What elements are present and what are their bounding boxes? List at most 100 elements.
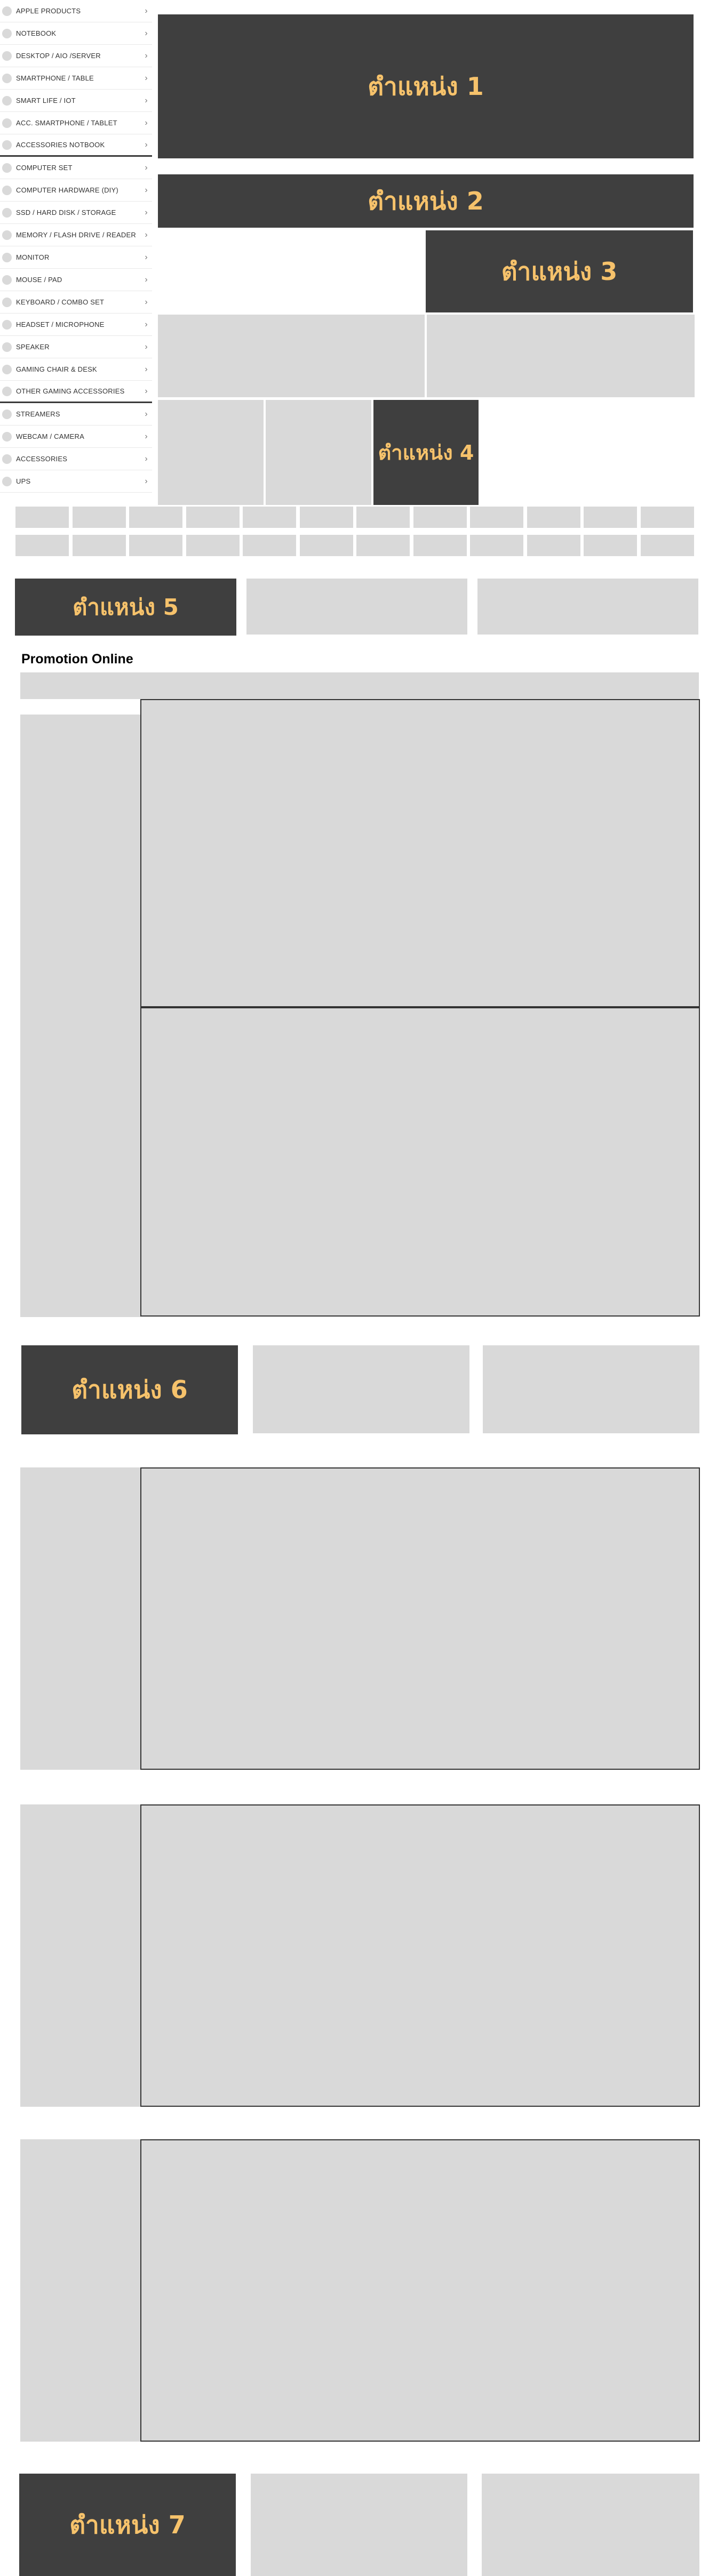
banner-position-3[interactable]: ตำแหน่ง 3	[426, 230, 693, 312]
banner-label: ตำแหน่ง 7	[69, 2510, 186, 2539]
brand-tile[interactable]	[470, 535, 523, 556]
banner-slot[interactable]	[483, 1345, 699, 1433]
sidebar-item[interactable]: COMPUTER HARDWARE (DIY) ›	[0, 179, 152, 202]
banner-slot[interactable]	[427, 315, 695, 397]
sidebar-item[interactable]: SPEAKER ›	[0, 336, 152, 358]
brand-tile[interactable]	[299, 535, 353, 556]
sidebar-item[interactable]: ACCESSORIES ›	[0, 448, 152, 470]
category-icon	[2, 51, 12, 61]
brand-tile[interactable]	[584, 535, 637, 556]
brand-tile[interactable]	[129, 507, 182, 528]
banner-position-7[interactable]: ตำแหน่ง 7	[19, 2474, 236, 2576]
sidebar-item[interactable]: COMPUTER SET ›	[0, 157, 152, 179]
banner-label: ตำแหน่ง 5	[73, 593, 179, 620]
promotion-tab-bar[interactable]	[20, 672, 699, 699]
sidebar-item-label: SMARTPHONE / TABLE	[16, 74, 94, 82]
sidebar-item[interactable]: ACC. SMARTPHONE / TABLET ›	[0, 112, 152, 134]
sidebar-item[interactable]: SMART LIFE / IOT ›	[0, 90, 152, 112]
chevron-right-icon: ›	[145, 185, 148, 195]
banner-slot[interactable]	[158, 315, 425, 397]
brand-tile[interactable]	[527, 507, 580, 528]
banner-slot[interactable]	[266, 400, 371, 505]
category-icon	[2, 319, 12, 330]
sidebar-item[interactable]: OTHER GAMING ACCESSORIES ›	[0, 381, 152, 403]
banner-position-6[interactable]: ตำแหน่ง 6	[21, 1345, 238, 1434]
category-icon	[2, 297, 12, 307]
sidebar-item[interactable]: MONITOR ›	[0, 246, 152, 269]
brand-tile[interactable]	[299, 507, 353, 528]
brand-tile[interactable]	[413, 535, 467, 556]
sidebar-item[interactable]: GAMING CHAIR & DESK ›	[0, 358, 152, 381]
promotion-product-panel[interactable]	[140, 1007, 700, 1317]
sidebar-item[interactable]: ACCESSORIES NOTBOOK ›	[0, 134, 152, 157]
brand-tile[interactable]	[15, 535, 69, 556]
brand-tile[interactable]	[356, 535, 410, 556]
banner-position-5[interactable]: ตำแหน่ง 5	[15, 579, 236, 636]
banner-slot[interactable]	[253, 1345, 469, 1433]
sidebar-item[interactable]: KEYBOARD / COMBO SET ›	[0, 291, 152, 314]
sidebar-item-label: NOTEBOOK	[16, 29, 57, 37]
chevron-right-icon: ›	[145, 386, 148, 396]
sidebar-item[interactable]: MOUSE / PAD ›	[0, 269, 152, 291]
sidebar-item[interactable]: STREAMERS ›	[0, 403, 152, 426]
category-icon	[2, 454, 12, 464]
sidebar-item-label: ACC. SMARTPHONE / TABLET	[16, 119, 117, 127]
category-side-banner[interactable]	[20, 1467, 141, 1770]
banner-position-4[interactable]: ตำแหน่ง 4	[373, 400, 479, 505]
category-product-panel[interactable]	[140, 2139, 700, 2442]
sidebar-item-label: MOUSE / PAD	[16, 276, 62, 284]
empty-slot	[158, 230, 424, 310]
sidebar-item[interactable]: SSD / HARD DISK / STORAGE ›	[0, 202, 152, 224]
promotion-product-panel[interactable]	[140, 699, 700, 1007]
brand-tile[interactable]	[15, 507, 69, 528]
sidebar-item-label: SSD / HARD DISK / STORAGE	[16, 208, 116, 216]
brand-tile[interactable]	[186, 535, 240, 556]
chevron-right-icon: ›	[145, 297, 148, 307]
brand-tile[interactable]	[584, 507, 637, 528]
sidebar-item[interactable]: SMARTPHONE / TABLE ›	[0, 67, 152, 90]
sidebar-item[interactable]: UPS ›	[0, 470, 152, 493]
category-icon	[2, 364, 12, 374]
category-icon	[2, 252, 12, 262]
brand-tile[interactable]	[356, 507, 410, 528]
chevron-right-icon: ›	[145, 140, 148, 149]
brand-tile[interactable]	[413, 507, 467, 528]
brand-tile[interactable]	[243, 507, 296, 528]
brand-tile[interactable]	[186, 507, 240, 528]
sidebar-item[interactable]: WEBCAM / CAMERA ›	[0, 426, 152, 448]
sidebar-item[interactable]: APPLE PRODUCTS ›	[0, 0, 152, 22]
category-icon	[2, 163, 12, 173]
category-product-panel[interactable]	[140, 1804, 700, 2107]
sidebar-item[interactable]: HEADSET / MICROPHONE ›	[0, 314, 152, 336]
promotion-side-banner[interactable]	[20, 715, 141, 1317]
brand-tile[interactable]	[470, 507, 523, 528]
brand-tile[interactable]	[243, 535, 296, 556]
chevron-right-icon: ›	[145, 28, 148, 38]
banner-label: ตำแหน่ง 3	[501, 256, 618, 286]
brand-tile[interactable]	[640, 507, 694, 528]
banner-slot[interactable]	[246, 579, 467, 635]
brand-tile[interactable]	[640, 535, 694, 556]
category-icon	[2, 230, 12, 240]
category-icon	[2, 95, 12, 106]
sidebar-item[interactable]: DESKTOP / AIO /SERVER ›	[0, 45, 152, 67]
sidebar-item[interactable]: NOTEBOOK ›	[0, 22, 152, 45]
brand-tile[interactable]	[72, 507, 126, 528]
banner-slot[interactable]	[251, 2474, 467, 2576]
sidebar-item-label: MEMORY / FLASH DRIVE / READER	[16, 231, 136, 239]
brand-tile[interactable]	[527, 535, 580, 556]
chevron-right-icon: ›	[145, 95, 148, 105]
sidebar-item-label: OTHER GAMING ACCESSORIES	[16, 387, 125, 395]
banner-slot[interactable]	[482, 2474, 699, 2576]
banner-slot[interactable]	[158, 400, 264, 505]
brand-tile[interactable]	[129, 535, 182, 556]
category-side-banner[interactable]	[20, 2139, 141, 2442]
banner-position-2[interactable]: ตำแหน่ง 2	[158, 174, 694, 228]
sidebar-item[interactable]: MEMORY / FLASH DRIVE / READER ›	[0, 224, 152, 246]
banner-position-1[interactable]: ตำแหน่ง 1	[158, 14, 694, 158]
banner-slot[interactable]	[477, 579, 698, 635]
sidebar-item-label: COMPUTER SET	[16, 164, 73, 172]
category-product-panel[interactable]	[140, 1467, 700, 1770]
brand-tile[interactable]	[72, 535, 126, 556]
category-side-banner[interactable]	[20, 1804, 141, 2107]
